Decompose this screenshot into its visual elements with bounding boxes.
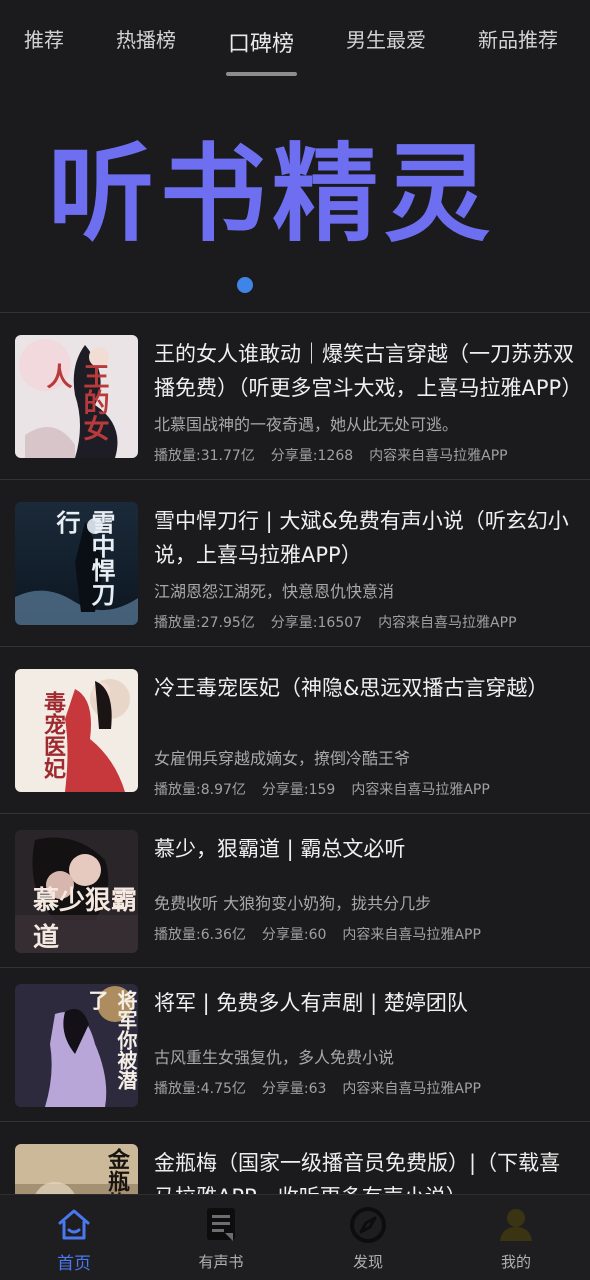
list-item[interactable]: 金瓶梅 金瓶梅（国家一级播音员免费版）|（下载喜马拉雅APP，收听更多有声小说） xyxy=(0,1122,590,1195)
banner-carousel[interactable]: 听书精灵 xyxy=(0,100,590,310)
nav-label: 首页 xyxy=(57,1254,91,1274)
tab-new-recommend[interactable]: 新品推荐 xyxy=(478,24,558,53)
nav-home[interactable]: 首页 xyxy=(24,1203,124,1275)
audiobook-icon xyxy=(207,1208,235,1241)
play-count: 播放量:4.75亿 xyxy=(154,1081,246,1097)
tab-reputation[interactable]: 口碑榜 xyxy=(228,26,294,58)
content-source: 内容来自喜马拉雅APP xyxy=(342,927,481,943)
nav-audiobook[interactable]: 有声书 xyxy=(171,1203,271,1275)
item-description: 女雇佣兵穿越成嫡女，撩倒冷酷王爷 xyxy=(154,749,411,768)
item-description: 江湖恩怨江湖死，快意恩仇快意消 xyxy=(154,582,395,601)
bottom-nav: 首页 有声书 发现 我的 xyxy=(0,1194,590,1280)
share-count: 分享量:60 xyxy=(261,927,327,943)
share-count: 分享量:1268 xyxy=(270,448,354,464)
item-stats: 播放量:4.75亿 分享量:63 内容来自喜马拉雅APP xyxy=(154,1078,497,1098)
active-tab-indicator xyxy=(226,72,297,76)
nav-label: 我的 xyxy=(500,1253,531,1271)
carousel-indicator-dot xyxy=(237,277,253,293)
tab-hot[interactable]: 热播榜 xyxy=(116,24,176,53)
item-stats: 播放量:31.77亿 分享量:1268 内容来自喜马拉雅APP xyxy=(154,445,524,465)
nav-mine[interactable]: 我的 xyxy=(466,1203,566,1275)
album-cover: 毒宠医妃 xyxy=(15,669,138,792)
nav-label: 有声书 xyxy=(198,1253,244,1271)
album-cover: 王的女人 xyxy=(15,335,138,458)
item-title: 金瓶梅（国家一级播音员免费版）|（下载喜马拉雅APP，收听更多有声小说） xyxy=(154,1151,561,1195)
item-stats: 播放量:8.97亿 分享量:159 内容来自喜马拉雅APP xyxy=(154,779,506,799)
album-cover: 雪中悍刀行 xyxy=(15,502,138,625)
share-count: 分享量:63 xyxy=(261,1081,327,1097)
item-description: 北慕国战神的一夜奇遇，她从此无处可逃。 xyxy=(154,415,459,434)
list-item[interactable]: 雪中悍刀行 雪中悍刀行 | 大斌&免费有声小说（听玄幻小说，上喜马拉雅APP） … xyxy=(0,480,590,647)
user-icon xyxy=(500,1209,532,1241)
cover-text: 金瓶梅 xyxy=(104,1148,130,1195)
play-count: 播放量:6.36亿 xyxy=(154,927,246,943)
item-description: 古风重生女强复仇，多人免费小说 xyxy=(154,1048,395,1067)
content-source: 内容来自喜马拉雅APP xyxy=(351,782,490,798)
list-item[interactable]: 毒宠医妃 冷王毒宠医妃（神隐&思远双播古言穿越） 女雇佣兵穿越成嫡女，撩倒冷酷王… xyxy=(0,647,590,814)
cover-text: 将军你被潜了 xyxy=(85,990,138,1090)
content-source: 内容来自喜马拉雅APP xyxy=(378,615,517,631)
share-count: 分享量:159 xyxy=(261,782,336,798)
list-item[interactable]: 王的女人 王的女人谁敢动｜爆笑古言穿越（一刀苏苏双播免费）（听更多宫斗大戏，上喜… xyxy=(0,313,590,480)
item-title: 雪中悍刀行 | 大斌&免费有声小说（听玄幻小说，上喜马拉雅APP） xyxy=(154,509,569,567)
item-description: 免费收听 大狼狗变小奶狗，拢共分几步 xyxy=(154,894,432,913)
item-stats: 播放量:27.95亿 分享量:16507 内容来自喜马拉雅APP xyxy=(154,612,533,632)
album-cover: 慕少狠霸道 xyxy=(15,830,138,953)
play-count: 播放量:8.97亿 xyxy=(154,782,246,798)
compass-icon xyxy=(350,1207,386,1243)
cover-text: 雪中悍刀行 xyxy=(52,510,116,606)
tab-recommend[interactable]: 推荐 xyxy=(24,24,64,53)
tab-male-favorite[interactable]: 男生最爱 xyxy=(346,24,426,53)
nav-discover[interactable]: 发现 xyxy=(318,1203,418,1275)
content-source: 内容来自喜马拉雅APP xyxy=(342,1081,481,1097)
banner-title: 听书精灵 xyxy=(48,131,496,256)
home-icon xyxy=(58,1209,90,1240)
list-item[interactable]: 将军你被潜了 将军 | 免费多人有声剧 | 楚婷团队 古风重生女强复仇，多人免费… xyxy=(0,968,590,1122)
play-count: 播放量:31.77亿 xyxy=(154,448,255,464)
album-list: 王的女人 王的女人谁敢动｜爆笑古言穿越（一刀苏苏双播免费）（听更多宫斗大戏，上喜… xyxy=(0,312,590,1195)
cover-text: 慕少狠霸道 xyxy=(33,886,138,953)
item-stats: 播放量:6.36亿 分享量:60 内容来自喜马拉雅APP xyxy=(154,924,497,944)
item-title: 慕少，狠霸道 | 霸总文必听 xyxy=(154,837,406,861)
item-title: 将军 | 免费多人有声剧 | 楚婷团队 xyxy=(154,991,468,1015)
top-tabs: 推荐 热播榜 口碑榜 男生最爱 新品推荐 xyxy=(0,0,590,80)
cover-text: 毒宠医妃 xyxy=(40,691,66,779)
item-title: 王的女人谁敢动｜爆笑古言穿越（一刀苏苏双播免费）（听更多宫斗大戏，上喜马拉雅AP… xyxy=(154,342,579,400)
share-count: 分享量:16507 xyxy=(270,615,363,631)
app-root: 推荐 热播榜 口碑榜 男生最爱 新品推荐 听书精灵 王的女人 王的女人谁敢动｜爆… xyxy=(0,0,590,1280)
cover-text: 王的女人 xyxy=(42,363,109,441)
list-item[interactable]: 慕少狠霸道 慕少，狠霸道 | 霸总文必听 免费收听 大狼狗变小奶狗，拢共分几步 … xyxy=(0,814,590,968)
nav-label: 发现 xyxy=(352,1253,383,1271)
play-count: 播放量:27.95亿 xyxy=(154,615,255,631)
item-title: 冷王毒宠医妃（神隐&思远双播古言穿越） xyxy=(154,676,549,700)
album-cover: 金瓶梅 xyxy=(15,1144,138,1195)
content-source: 内容来自喜马拉雅APP xyxy=(369,448,508,464)
album-cover: 将军你被潜了 xyxy=(15,984,138,1107)
